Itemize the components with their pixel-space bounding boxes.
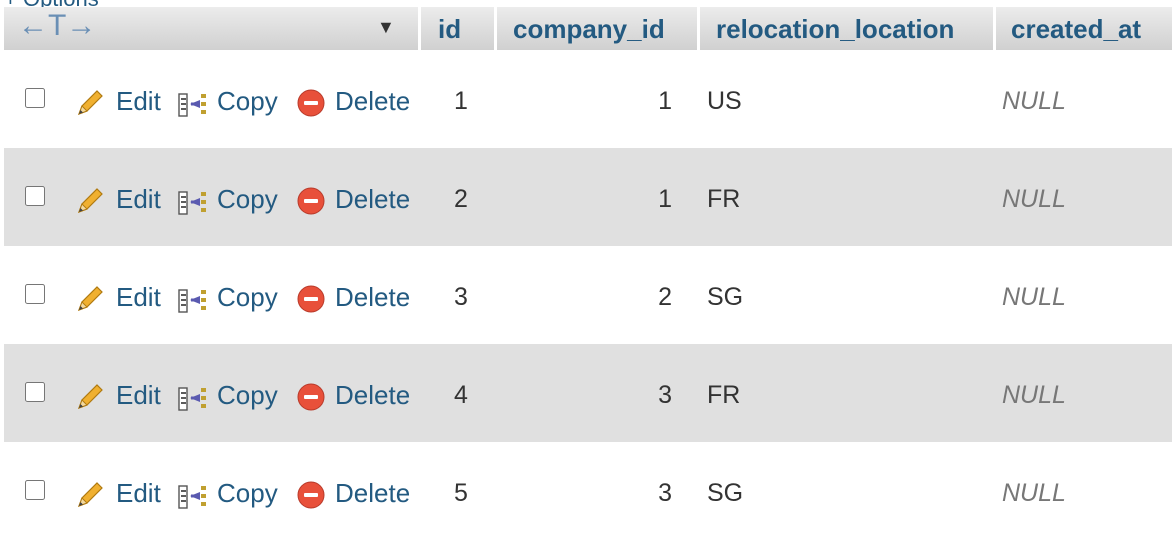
cell-id: 2 [454, 185, 468, 213]
pencil-icon[interactable] [75, 88, 105, 118]
table-row: Edit Copy Delete 4 3 FR NULL [4, 344, 1172, 442]
copy-icon[interactable] [178, 88, 208, 118]
copy-link[interactable]: Copy [217, 478, 278, 509]
edit-link[interactable]: Edit [116, 282, 161, 313]
delete-icon[interactable] [296, 382, 326, 412]
cell-created-at: NULL [1002, 283, 1066, 311]
delete-link[interactable]: Delete [335, 380, 410, 411]
cell-relocation-location: SG [707, 283, 744, 311]
row-checkbox[interactable] [25, 88, 45, 108]
edit-link[interactable]: Edit [116, 380, 161, 411]
delete-icon[interactable] [296, 186, 326, 216]
pencil-icon[interactable] [75, 382, 105, 412]
copy-link[interactable]: Copy [217, 282, 278, 313]
copy-icon[interactable] [178, 186, 208, 216]
copy-icon[interactable] [178, 480, 208, 510]
cell-relocation-location: FR [707, 185, 741, 213]
pencil-icon[interactable] [75, 284, 105, 314]
cell-created-at: NULL [1002, 479, 1066, 507]
cell-id: 5 [454, 479, 468, 507]
row-checkbox[interactable] [25, 480, 45, 500]
header-company-id-label[interactable]: company_id [513, 14, 665, 45]
delete-icon[interactable] [296, 284, 326, 314]
cell-created-at: NULL [1002, 381, 1066, 409]
edit-link[interactable]: Edit [116, 86, 161, 117]
delete-link[interactable]: Delete [335, 184, 410, 215]
header-relocation-location-label[interactable]: relocation_location [716, 14, 954, 45]
header-actions-cell: ←T→ ▼ [4, 7, 418, 50]
cell-company-id: 3 [658, 479, 672, 507]
cell-relocation-location: SG [707, 479, 744, 507]
header-company-id[interactable]: company_id [497, 7, 697, 50]
copy-icon[interactable] [178, 284, 208, 314]
copy-icon[interactable] [178, 382, 208, 412]
row-checkbox[interactable] [25, 284, 45, 304]
delete-link[interactable]: Delete [335, 478, 410, 509]
copy-link[interactable]: Copy [217, 86, 278, 117]
table-row: Edit Copy Delete 3 2 SG NULL [4, 246, 1172, 344]
table-row: Edit Copy Delete 2 1 FR NULL [4, 148, 1172, 246]
cell-created-at: NULL [1002, 185, 1066, 213]
copy-link[interactable]: Copy [217, 184, 278, 215]
header-created-at[interactable]: created_at [996, 7, 1172, 50]
delete-icon[interactable] [296, 480, 326, 510]
cell-id: 1 [454, 87, 468, 115]
cell-company-id: 1 [658, 87, 672, 115]
delete-icon[interactable] [296, 88, 326, 118]
header-id[interactable]: id [421, 7, 494, 50]
row-checkbox[interactable] [25, 382, 45, 402]
pencil-icon[interactable] [75, 480, 105, 510]
copy-link[interactable]: Copy [217, 380, 278, 411]
header-relocation-location[interactable]: relocation_location [700, 7, 993, 50]
table-row: Edit Copy Delete 1 1 US NULL [4, 50, 1172, 148]
table-row: Edit Copy Delete 5 3 SG NULL [4, 442, 1172, 540]
pencil-icon[interactable] [75, 186, 105, 216]
column-resize-arrows-icon[interactable]: ←T→ [18, 9, 96, 43]
delete-link[interactable]: Delete [335, 282, 410, 313]
cell-id: 3 [454, 283, 468, 311]
row-checkbox[interactable] [25, 186, 45, 206]
cell-id: 4 [454, 381, 468, 409]
column-dropdown-icon[interactable]: ▼ [377, 17, 395, 38]
header-id-label[interactable]: id [438, 14, 461, 45]
cell-relocation-location: US [707, 87, 742, 115]
edit-link[interactable]: Edit [116, 184, 161, 215]
cell-company-id: 1 [658, 185, 672, 213]
cell-created-at: NULL [1002, 87, 1066, 115]
edit-link[interactable]: Edit [116, 478, 161, 509]
delete-link[interactable]: Delete [335, 86, 410, 117]
header-created-at-label[interactable]: created_at [1011, 14, 1141, 45]
cell-company-id: 3 [658, 381, 672, 409]
cell-relocation-location: FR [707, 381, 741, 409]
cell-company-id: 2 [658, 283, 672, 311]
